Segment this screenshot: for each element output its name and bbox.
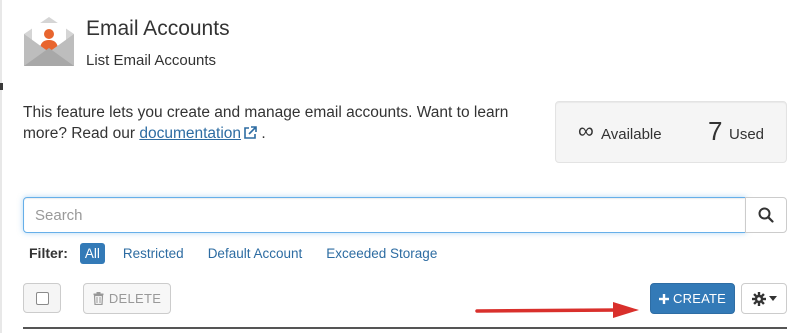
filter-option-all[interactable]: All [79,242,105,264]
list-toolbar: DELETE CREATE [23,283,787,316]
left-edge-border [0,0,2,333]
filter-option-restricted[interactable]: Restricted [123,246,184,261]
checkbox-box [35,291,49,305]
trash-icon [93,292,104,305]
documentation-link[interactable]: documentation [139,125,241,142]
create-button[interactable]: CREATE [650,283,735,314]
description-end: . [261,125,266,142]
settings-dropdown-button[interactable] [741,283,787,314]
available-label: Available [601,126,662,143]
gear-icon [751,291,766,306]
filter-bar: Filter: All Restricted Default Account E… [29,241,461,265]
select-all-checkbox[interactable] [23,283,61,313]
caret-down-icon [768,296,777,301]
filter-label: Filter: [29,245,68,261]
search-bar [23,197,787,233]
page-title: Email Accounts [86,17,230,40]
search-icon [758,207,774,223]
left-edge-marker [0,83,3,90]
create-label: CREATE [673,291,726,306]
delete-button[interactable]: DELETE [83,283,171,314]
used-value: 7 [708,116,723,146]
filter-option-exceeded-storage[interactable]: Exceeded Storage [326,246,437,261]
available-value: ∞ [578,118,594,143]
email-account-icon [24,17,74,66]
search-input[interactable] [23,197,746,233]
used-label: Used [729,126,765,143]
external-link-icon[interactable] [243,125,257,146]
account-stats-panel: ∞ Available 7 Used [555,101,787,163]
description-text: This feature lets you create and manage … [23,104,509,142]
plus-icon [659,293,670,304]
delete-label: DELETE [108,291,162,306]
annotation-arrow-icon [475,302,639,318]
table-top-border [23,327,787,329]
search-button[interactable] [745,197,787,233]
filter-option-default-account[interactable]: Default Account [208,246,303,261]
page-subtitle: List Email Accounts [86,52,217,69]
feature-description: This feature lets you create and manage … [23,102,523,146]
